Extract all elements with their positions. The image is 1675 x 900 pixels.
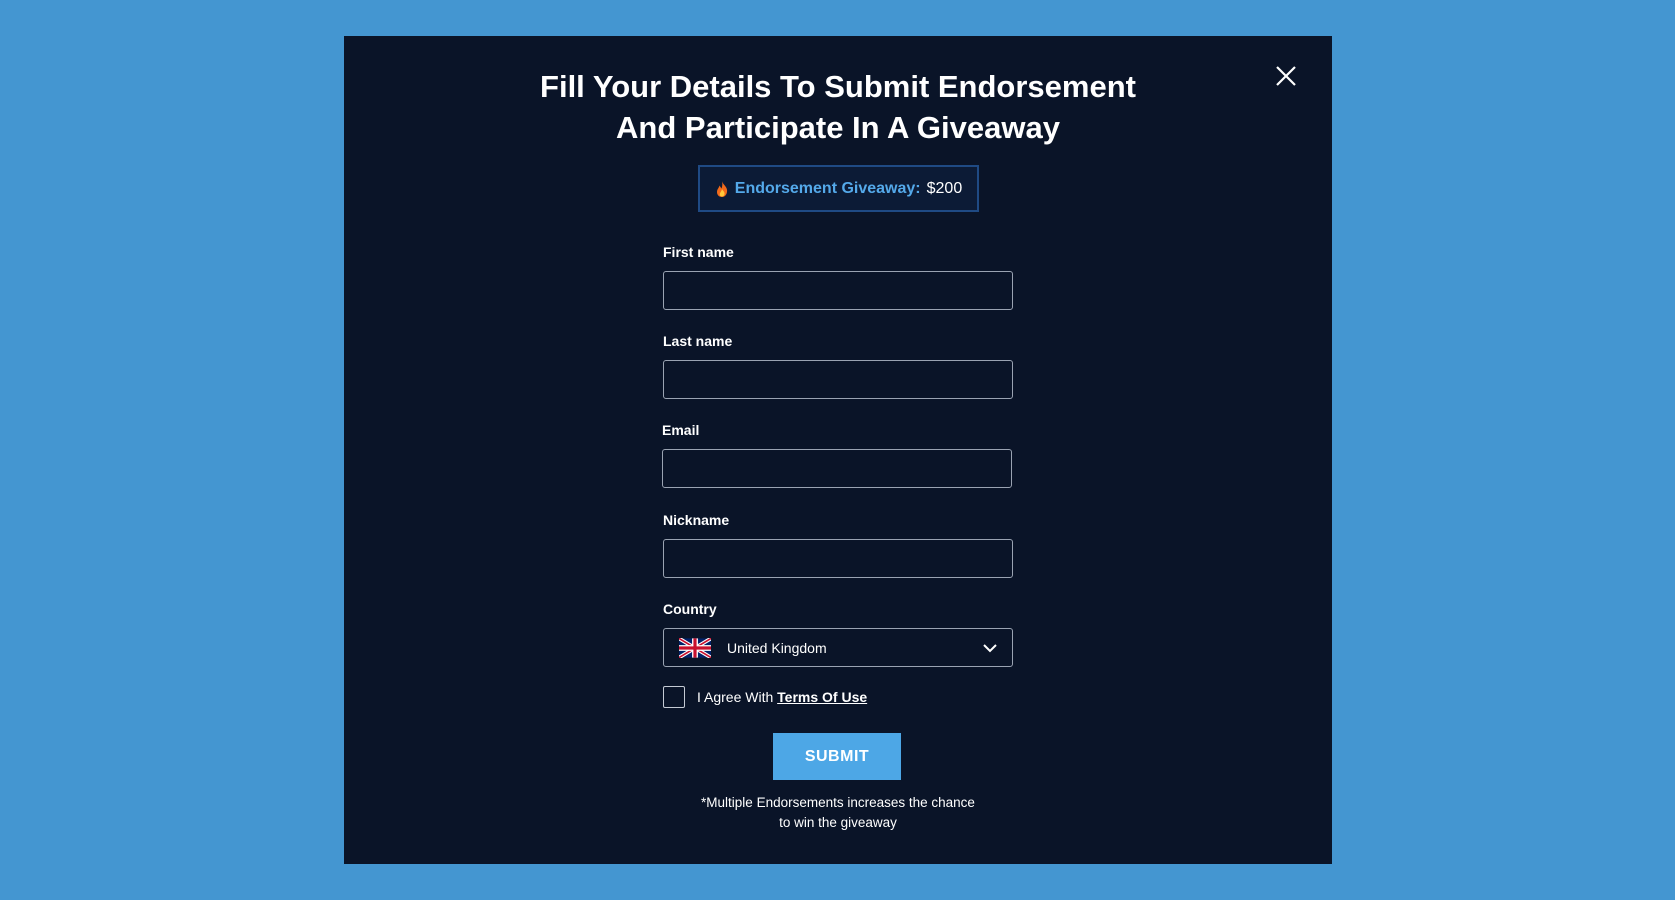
footnote: *Multiple Endorsements increases the cha…: [344, 793, 1332, 833]
nickname-label: Nickname: [663, 512, 730, 528]
endorsement-modal: Fill Your Details To Submit Endorsement …: [344, 36, 1332, 864]
submit-button[interactable]: SUBMIT: [773, 733, 901, 780]
email-input[interactable]: [662, 449, 1012, 488]
fire-icon: [715, 180, 729, 198]
uk-flag-icon: [679, 637, 711, 658]
first-name-input[interactable]: [663, 271, 1013, 310]
footnote-line2: to win the giveaway: [779, 815, 897, 830]
country-label: Country: [663, 601, 717, 617]
country-group: Country United Kingdom: [663, 599, 1013, 667]
first-name-label: First name: [663, 244, 734, 260]
terms-checkbox[interactable]: [663, 686, 685, 708]
nickname-input[interactable]: [663, 539, 1013, 578]
country-select[interactable]: United Kingdom: [663, 628, 1013, 667]
giveaway-badge-label: Endorsement Giveaway:: [734, 179, 921, 197]
modal-title-line1: Fill Your Details To Submit Endorsement: [540, 69, 1136, 104]
chevron-down-icon: [982, 640, 998, 656]
terms-agree-prefix: I Agree With: [697, 689, 774, 705]
terms-agreement: I Agree With Terms Of Use: [663, 686, 867, 708]
country-value: United Kingdom: [727, 639, 827, 656]
modal-title-line2: And Participate In A Giveaway: [616, 110, 1060, 145]
email-group: Email: [662, 420, 1012, 488]
last-name-label: Last name: [663, 333, 733, 349]
email-label: Email: [662, 422, 700, 438]
last-name-group: Last name: [663, 331, 1013, 399]
last-name-input[interactable]: [663, 360, 1013, 399]
giveaway-badge: Endorsement Giveaway: $200: [698, 165, 979, 212]
footnote-line1: *Multiple Endorsements increases the cha…: [701, 795, 975, 810]
terms-of-use-link[interactable]: Terms Of Use: [777, 689, 867, 705]
terms-agree-text: I Agree With Terms Of Use: [697, 689, 867, 705]
nickname-group: Nickname: [663, 510, 1013, 578]
modal-title: Fill Your Details To Submit Endorsement …: [344, 66, 1332, 148]
giveaway-badge-amount: $200: [926, 179, 963, 197]
first-name-group: First name: [663, 242, 1013, 310]
